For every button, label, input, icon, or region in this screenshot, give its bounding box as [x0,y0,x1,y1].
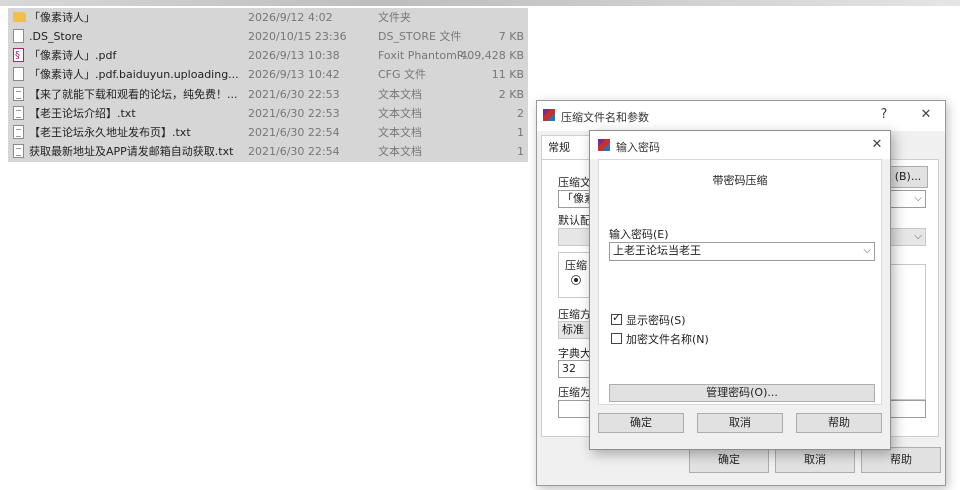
file-date: 2021/6/30 22:54 [248,126,340,139]
chevron-down-icon: ⌵ [914,231,922,242]
file-row[interactable]: .DS_Store 2020/10/15 23:36 DS_STORE 文件 7… [8,27,528,46]
cancel-button[interactable]: 取消 [697,413,783,433]
file-type: DS_STORE 文件 [378,30,462,43]
file-type: 文本文档 [378,126,422,139]
help-icon[interactable]: ? [873,105,895,125]
file-type: 文本文档 [378,145,422,158]
archive-dialog-titlebar[interactable]: 压缩文件名和参数 ? ✕ [537,101,945,131]
format-label: 压缩 [565,259,587,272]
file-name: 【来了就能下载和观看的论坛，纯免费！... [29,88,238,101]
text-file-icon [13,144,24,158]
file-type: 文本文档 [378,88,422,101]
method-label: 压缩方 [558,308,591,321]
file-name: .DS_Store [29,30,83,43]
file-size: 11 KB [491,68,524,81]
file-date: 2026/9/13 10:42 [248,68,340,81]
file-date: 2026/9/12 4:02 [248,11,333,24]
file-name: 获取最新地址及APP请发邮箱自动获取.txt [29,145,234,158]
password-label: 输入密码(E) [609,228,669,241]
file-row[interactable]: 「像素诗人」.pdf 2026/9/13 10:38 Foxit Phantom… [8,46,528,65]
text-file-icon [13,106,24,120]
encrypt-filenames-label: 加密文件名称(N) [626,333,709,346]
file-date: 2021/6/30 22:53 [248,107,340,120]
file-icon [13,29,24,43]
file-row[interactable]: 【来了就能下载和观看的论坛，纯免费！... 2021/6/30 22:53 文本… [8,85,528,104]
file-row[interactable]: 获取最新地址及APP请发邮箱自动获取.txt 2021/6/30 22:54 文… [8,142,528,161]
file-size: 409,428 KB [460,49,524,62]
file-date: 2021/6/30 22:53 [248,88,340,101]
file-name: 「像素诗人」 [29,11,95,24]
file-size: 2 [517,107,524,120]
file-name: 「像素诗人」.pdf.baiduyun.uploading... [29,68,239,81]
text-file-icon [13,87,24,101]
pdf-file-icon [13,46,24,65]
tab-general[interactable]: 常规 [541,135,591,159]
file-name: 【老王论坛永久地址发布页】.txt [29,126,191,139]
archive-dialog-title: 压缩文件名和参数 [561,111,649,124]
file-icon [13,67,24,81]
file-size: 2 KB [498,88,524,101]
password-input[interactable]: 上老王论坛当老王 ⌵ [609,242,875,261]
dictionary-size-label: 字典大 [558,347,591,360]
file-row[interactable]: 【老王论坛介绍】.txt 2021/6/30 22:53 文本文档 2 [8,104,528,123]
close-icon[interactable]: ✕ [866,135,888,155]
file-date: 2020/10/15 23:36 [248,30,347,43]
file-name: 【老王论坛介绍】.txt [29,107,136,120]
help-button[interactable]: 帮助 [796,413,882,433]
browse-button[interactable]: (B)... [888,166,928,188]
close-icon[interactable]: ✕ [915,105,937,125]
top-window-strip [0,0,960,6]
chevron-down-icon: ⌵ [914,193,922,204]
winrar-icon [543,109,555,121]
password-dialog-title: 输入密码 [616,141,660,154]
winrar-icon [598,139,610,151]
ok-button[interactable]: 确定 [689,447,769,473]
file-type: 文件夹 [378,11,411,24]
file-size: 7 KB [498,30,524,43]
default-profile-label: 默认配 [558,214,591,227]
folder-icon [13,12,26,22]
enter-password-dialog: 输入密码 ✕ 带密码压缩 输入密码(E) 上老王论坛当老王 ⌵ 显示密码(S) … [589,130,891,450]
file-date: 2026/9/13 10:38 [248,49,340,62]
file-type: 文本文档 [378,107,422,120]
file-row[interactable]: 「像素诗人」 2026/9/12 4:02 文件夹 [8,8,528,27]
show-password-checkbox[interactable] [611,311,622,325]
encrypt-filenames-checkbox[interactable] [611,333,622,344]
file-size: 1 [517,145,524,158]
file-name: 「像素诗人」.pdf [29,49,117,62]
text-file-icon [13,125,24,139]
split-volumes-label: 压缩为 [558,386,591,399]
format-radio[interactable] [571,275,581,285]
password-dialog-titlebar[interactable]: 输入密码 ✕ [590,131,890,159]
manage-passwords-button[interactable]: 管理密码(O)... [609,384,875,402]
file-list: 「像素诗人」 2026/9/12 4:02 文件夹 .DS_Store 2020… [8,8,528,162]
cancel-button[interactable]: 取消 [775,447,855,473]
file-type: CFG 文件 [378,68,427,81]
file-row[interactable]: 【老王论坛永久地址发布页】.txt 2021/6/30 22:54 文本文档 1 [8,123,528,142]
password-value: 上老王论坛当老王 [613,244,701,257]
chevron-down-icon: ⌵ [863,245,871,256]
archive-name-label: 压缩文 [558,176,591,189]
password-dialog-heading: 带密码压缩 [712,174,768,187]
ok-button[interactable]: 确定 [598,413,684,433]
file-date: 2021/6/30 22:54 [248,145,340,158]
file-row[interactable]: 「像素诗人」.pdf.baiduyun.uploading... 2026/9/… [8,65,528,84]
help-button[interactable]: 帮助 [861,447,941,473]
file-size: 1 [517,126,524,139]
show-password-label: 显示密码(S) [626,314,686,327]
password-dialog-body: 带密码压缩 输入密码(E) 上老王论坛当老王 ⌵ 显示密码(S) 加密文件名称(… [598,159,882,405]
